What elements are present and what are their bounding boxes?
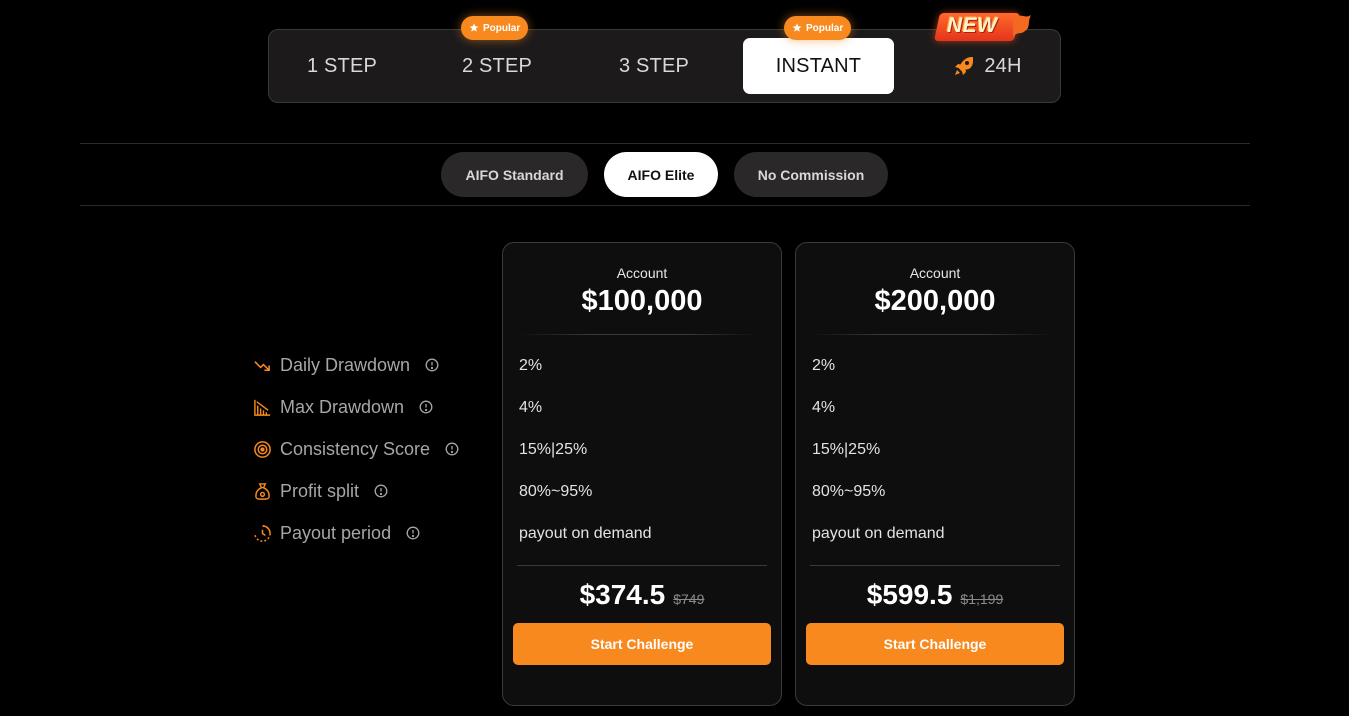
star-icon <box>792 23 802 32</box>
price-row: $374.5 $749 <box>503 579 781 611</box>
tab-label: 2 STEP <box>461 54 533 77</box>
feature-payout-period: Payout period <box>253 521 420 545</box>
new-badge-label: NEW <box>947 14 998 37</box>
feature-label: Payout period <box>280 522 392 543</box>
feature-label: Daily Drawdown <box>280 354 411 375</box>
tab-label: INSTANT <box>775 54 862 77</box>
pill-aifo-elite[interactable]: AIFO Elite <box>604 152 718 197</box>
popular-badge: Popular <box>461 16 529 40</box>
feature-label: Max Drawdown <box>280 396 405 417</box>
tab-label: 1 STEP <box>306 54 378 77</box>
account-size: $200,000 <box>874 285 996 317</box>
badge-label: Popular <box>483 22 521 34</box>
trend-down-icon <box>253 356 272 375</box>
bar-chart-down-icon <box>253 398 272 417</box>
old-price: $749 <box>673 591 705 607</box>
value-payout-period: payout on demand <box>812 525 945 542</box>
plan-card-100k: Account $100,000 2% 4% 15%|25% 80%~95% p… <box>502 242 782 706</box>
pill-aifo-standard[interactable]: AIFO Standard <box>441 152 588 197</box>
card-divider <box>517 565 767 566</box>
tab-24h[interactable]: 24H <box>947 38 1027 94</box>
pill-label: AIFO Standard <box>465 166 564 183</box>
tab-3-step[interactable]: 3 STEP <box>609 38 699 94</box>
tab-label: 24H <box>984 54 1022 77</box>
pill-label: No Commission <box>757 166 865 183</box>
divider-top <box>80 143 1250 144</box>
feature-daily-drawdown: Daily Drawdown <box>253 353 439 377</box>
info-icon[interactable] <box>419 400 433 414</box>
target-icon <box>253 440 272 459</box>
tab-label: 3 STEP <box>618 54 690 77</box>
info-icon[interactable] <box>445 442 459 456</box>
account-size: $100,000 <box>581 285 703 317</box>
start-challenge-button[interactable]: Start Challenge <box>513 623 771 665</box>
price-row: $599.5 $1,199 <box>796 579 1074 611</box>
pill-no-commission[interactable]: No Commission <box>734 152 888 197</box>
card-divider <box>812 334 1052 335</box>
feature-consistency-score: Consistency Score <box>253 437 459 461</box>
flame-icon <box>1013 15 1031 37</box>
account-label: Account <box>616 265 668 281</box>
value-profit-split: 80%~95% <box>812 483 886 500</box>
popular-badge: Popular <box>784 16 852 40</box>
badge-label: Popular <box>806 22 844 34</box>
feature-max-drawdown: Max Drawdown <box>253 395 433 419</box>
pill-label: AIFO Elite <box>627 166 695 183</box>
value-consistency-score: 15%|25% <box>519 441 588 458</box>
value-payout-period: payout on demand <box>519 525 652 542</box>
account-label: Account <box>909 265 961 281</box>
plan-card-200k: Account $200,000 2% 4% 15%|25% 80%~95% p… <box>795 242 1075 706</box>
info-icon[interactable] <box>406 526 420 540</box>
value-max-drawdown: 4% <box>812 399 836 416</box>
value-daily-drawdown: 2% <box>812 357 836 374</box>
new-badge: NEW <box>934 9 1033 43</box>
card-divider <box>519 334 759 335</box>
feature-label: Profit split <box>280 480 360 501</box>
value-consistency-score: 15%|25% <box>812 441 881 458</box>
tab-1-step[interactable]: 1 STEP <box>299 38 385 94</box>
start-challenge-button[interactable]: Start Challenge <box>806 623 1064 665</box>
price: $599.5 <box>866 579 953 610</box>
tab-instant[interactable]: INSTANT <box>743 38 894 94</box>
price: $374.5 <box>579 579 666 610</box>
value-daily-drawdown: 2% <box>519 357 543 374</box>
rocket-icon <box>952 54 976 78</box>
tab-2-step[interactable]: 2 STEP <box>453 38 541 94</box>
value-profit-split: 80%~95% <box>519 483 593 500</box>
old-price: $1,199 <box>960 591 1004 607</box>
feature-label: Consistency Score <box>280 438 431 459</box>
divider-bottom <box>80 205 1250 206</box>
info-icon[interactable] <box>374 484 388 498</box>
value-max-drawdown: 4% <box>519 399 543 416</box>
card-divider <box>810 565 1060 566</box>
clock-icon <box>253 524 272 543</box>
feature-profit-split: Profit split <box>253 479 388 503</box>
star-icon <box>469 23 479 32</box>
info-icon[interactable] <box>425 358 439 372</box>
money-bag-icon <box>253 482 272 501</box>
